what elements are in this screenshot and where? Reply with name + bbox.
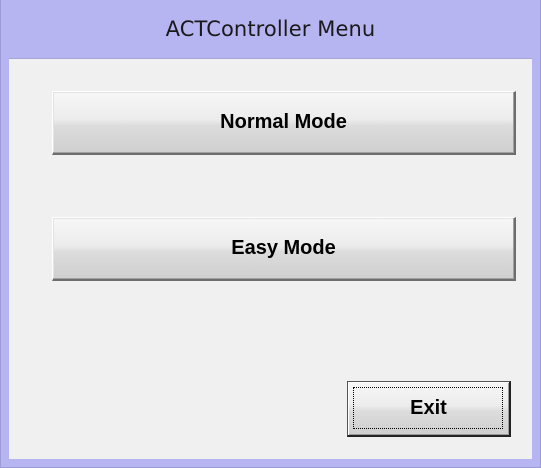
easy-mode-button[interactable]: Easy Mode [52, 217, 516, 281]
menu-panel: Normal Mode Easy Mode Exit [9, 58, 532, 459]
exit-label: Exit [410, 397, 447, 419]
easy-mode-label: Easy Mode [231, 237, 336, 259]
title-bar[interactable]: ACTController Menu [1, 0, 540, 58]
normal-mode-button[interactable]: Normal Mode [52, 91, 516, 155]
window-title: ACTController Menu [165, 17, 376, 41]
normal-mode-label: Normal Mode [220, 111, 347, 133]
exit-button[interactable]: Exit [347, 381, 511, 437]
controller-menu-window: ACTController Menu Normal Mode Easy Mode… [0, 0, 541, 468]
